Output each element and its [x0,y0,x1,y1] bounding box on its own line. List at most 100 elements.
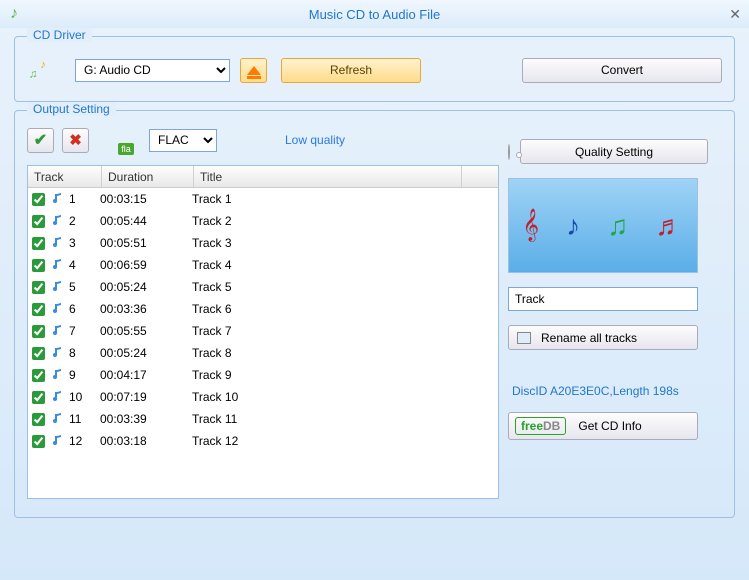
track-duration: 00:03:18 [100,434,192,448]
row-checkbox[interactable] [32,413,45,426]
track-number: 4 [69,258,76,272]
deselect-all-button[interactable]: ✖ [62,128,89,153]
track-title: Track 7 [192,324,492,338]
row-checkbox[interactable] [32,325,45,338]
track-title: Track 12 [192,434,492,448]
note-icon [51,302,65,316]
fla-icon: fla [111,125,141,155]
track-duration: 00:05:24 [100,280,192,294]
track-number: 1 [69,192,76,206]
select-all-button[interactable]: ✔ [27,128,54,153]
output-group: Output Setting ✔ ✖ fla FLAC Low quality … [14,110,735,518]
table-row[interactable]: 2 00:05:44Track 2 [28,210,498,232]
track-title: Track 8 [192,346,492,360]
convert-button[interactable]: Convert [522,58,722,83]
track-name-input[interactable] [508,287,698,311]
note-icon [51,346,65,360]
col-duration[interactable]: Duration [102,166,194,187]
eject-button[interactable] [240,58,267,83]
table-row[interactable]: 400:06:59Track 4 [28,254,498,276]
note-icon [51,192,65,206]
track-duration: 00:03:36 [100,302,192,316]
track-number: 12 [69,434,82,448]
table-row[interactable]: 11 00:03:39Track 11 [28,408,498,430]
track-title: Track 5 [192,280,492,294]
cddriver-legend: CD Driver [27,28,92,42]
table-header: Track Duration Title [28,166,498,188]
rename-icon [517,332,531,344]
quality-setting-button[interactable]: Quality Setting [520,139,708,164]
window-title: Music CD to Audio File [309,7,441,22]
track-duration: 00:03:39 [100,412,192,426]
track-number: 7 [69,324,76,338]
track-duration: 00:06:59 [100,258,192,272]
get-cd-info-button[interactable]: freeDB Get CD Info [508,412,698,440]
rename-all-button[interactable]: Rename all tracks [508,325,698,350]
row-checkbox[interactable] [32,369,45,382]
row-checkbox[interactable] [32,391,45,404]
track-duration: 00:03:15 [100,192,192,206]
note-icon [51,258,65,272]
row-checkbox[interactable] [32,303,45,316]
track-number: 5 [69,280,76,294]
col-empty [462,166,498,187]
track-number: 9 [69,368,76,382]
row-checkbox[interactable] [32,281,45,294]
get-cd-info-label: Get CD Info [578,419,641,433]
table-row[interactable]: 5 00:05:24Track 5 [28,276,498,298]
col-track[interactable]: Track [28,166,102,187]
table-row[interactable]: 600:03:36Track 6 [28,298,498,320]
track-duration: 00:07:19 [100,390,192,404]
track-number: 2 [69,214,76,228]
drive-select[interactable]: G: Audio CD [75,59,230,82]
row-checkbox[interactable] [32,193,45,206]
table-row[interactable]: 700:05:55Track 7 [28,320,498,342]
check-icon: ✔ [34,130,47,150]
decorative-music-image: 𝄞 ♪ ♫ ♬ [508,178,698,273]
svg-text:♫: ♫ [29,69,38,81]
quality-label: Low quality [285,133,345,147]
track-number: 10 [69,390,82,404]
col-title[interactable]: Title [194,166,462,187]
track-number: 8 [69,346,76,360]
note-icon [51,236,65,250]
cddriver-group: CD Driver ♫♪ G: Audio CD Refresh Convert [14,36,735,102]
disc-info-label: DiscID A20E3E0C,Length 198s [508,384,708,398]
note-icon [51,368,65,382]
track-duration: 00:05:51 [100,236,192,250]
format-select[interactable]: FLAC [149,129,217,152]
refresh-button[interactable]: Refresh [281,58,421,83]
freedb-icon: freeDB [515,417,566,435]
table-row[interactable]: 1000:07:19Track 10 [28,386,498,408]
close-icon[interactable]: ✕ [729,6,741,23]
output-legend: Output Setting [27,102,116,116]
track-title: Track 2 [192,214,492,228]
table-row[interactable]: 1 00:03:15Track 1 [28,188,498,210]
row-checkbox[interactable] [32,347,45,360]
track-table: Track Duration Title 100:03:15Track 1200… [27,165,499,499]
track-title: Track 1 [192,192,492,206]
svg-text:♪: ♪ [40,59,46,71]
table-row[interactable]: 8 00:05:24Track 8 [28,342,498,364]
title-bar: ♪ Music CD to Audio File ✕ [0,0,749,28]
row-checkbox[interactable] [32,435,45,448]
track-number: 11 [69,412,81,426]
table-row[interactable]: 9 00:04:17Track 9 [28,364,498,386]
track-title: Track 3 [192,236,492,250]
track-duration: 00:05:24 [100,346,192,360]
note-icon [51,280,65,294]
row-checkbox[interactable] [32,215,45,228]
note-icon [51,434,65,448]
cd-icon [508,145,510,159]
table-row[interactable]: 300:05:51Track 3 [28,232,498,254]
track-title: Track 9 [192,368,492,382]
track-duration: 00:04:17 [100,368,192,382]
row-checkbox[interactable] [32,259,45,272]
table-row[interactable]: 12 00:03:18Track 12 [28,430,498,452]
track-title: Track 6 [192,302,492,316]
app-music-icon: ♪ [10,5,18,23]
row-checkbox[interactable] [32,237,45,250]
note-icon [51,214,65,228]
track-title: Track 11 [192,412,492,426]
track-duration: 00:05:44 [100,214,192,228]
